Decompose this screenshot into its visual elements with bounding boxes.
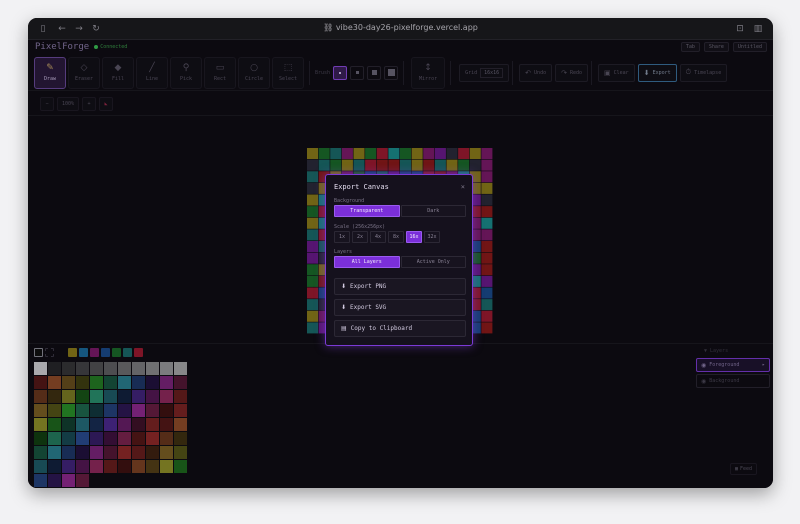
layers-option-active-only[interactable]: Active Only [400,256,466,268]
scale-option-32x[interactable]: 32x [424,231,440,243]
close-icon[interactable]: × [461,183,465,191]
action-label: Copy to Clipboard [350,325,413,332]
clipboard-icon: ▤ [341,325,347,332]
scale-option-2x[interactable]: 2x [352,231,368,243]
export-svg-button[interactable]: ⬇ Export SVG [334,299,466,316]
download-icon: ⬇ [341,304,347,311]
scale-option-8x[interactable]: 8x [388,231,404,243]
action-label: Export PNG [350,283,387,290]
layers-toggle: All Layers Active Only [334,256,466,268]
layers-option-label: Layers [334,249,353,255]
action-label: Export SVG [350,304,387,311]
browser-window: ▯ ← → ↻ ⛓ vibe30-day26-pixelforge.vercel… [28,18,773,488]
scale-option-1x[interactable]: 1x [334,231,350,243]
background-option-dark[interactable]: Dark [400,205,466,217]
background-label: Background [334,198,365,204]
scale-options: 1x 2x 4x 8x 16x 32x [334,231,440,243]
layers-option-all-layers[interactable]: All Layers [334,256,400,268]
scale-option-4x[interactable]: 4x [370,231,386,243]
copy-clipboard-button[interactable]: ▤ Copy to Clipboard [334,320,466,337]
scale-label: Scale (256x256px) [334,224,386,230]
export-png-button[interactable]: ⬇ Export PNG [334,278,466,295]
background-option-transparent[interactable]: Transparent [334,205,400,217]
download-icon: ⬇ [341,283,347,290]
export-modal: Export Canvas × Background Transparent Da… [325,174,473,346]
background-toggle: Transparent Dark [334,205,466,217]
scale-option-16x[interactable]: 16x [406,231,422,243]
modal-title: Export Canvas [334,183,389,191]
